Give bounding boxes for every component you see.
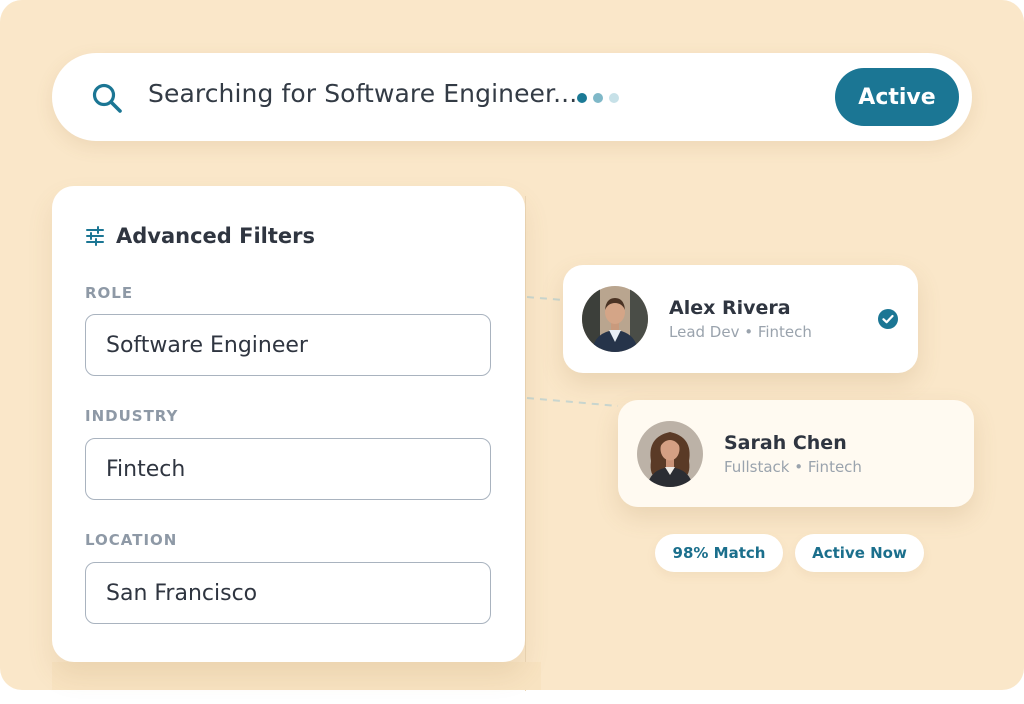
candidate-card[interactable]: Sarah Chen Fullstack • Fintech [618, 400, 974, 507]
candidate-subtitle: Fullstack • Fintech [724, 458, 862, 476]
candidate-subtitle: Lead Dev • Fintech [669, 323, 812, 341]
advanced-filters-panel: Advanced Filters ROLE Software Engineer … [52, 186, 525, 662]
candidate-name: Sarah Chen [724, 432, 847, 454]
check-circle-icon [878, 309, 898, 329]
location-field[interactable]: San Francisco [85, 562, 491, 624]
role-field[interactable]: Software Engineer [85, 314, 491, 376]
panel-header: Advanced Filters [84, 224, 315, 248]
industry-field[interactable]: Fintech [85, 438, 491, 500]
role-label: ROLE [85, 284, 134, 302]
location-label: LOCATION [85, 531, 178, 549]
sliders-icon [86, 226, 104, 246]
candidate-name: Alex Rivera [669, 297, 791, 319]
industry-label: INDUSTRY [85, 407, 179, 425]
panel-title: Advanced Filters [116, 224, 316, 248]
active-now-badge: Active Now [795, 534, 924, 572]
candidate-card[interactable]: Alex Rivera Lead Dev • Fintech [563, 265, 918, 373]
panel-shadow [52, 662, 541, 690]
panel-edge [525, 196, 541, 691]
match-badge: 98% Match [655, 534, 783, 572]
hero-canvas: Searching for Software Engineer... Activ… [0, 0, 1024, 691]
avatar [637, 421, 703, 487]
avatar [582, 286, 648, 352]
